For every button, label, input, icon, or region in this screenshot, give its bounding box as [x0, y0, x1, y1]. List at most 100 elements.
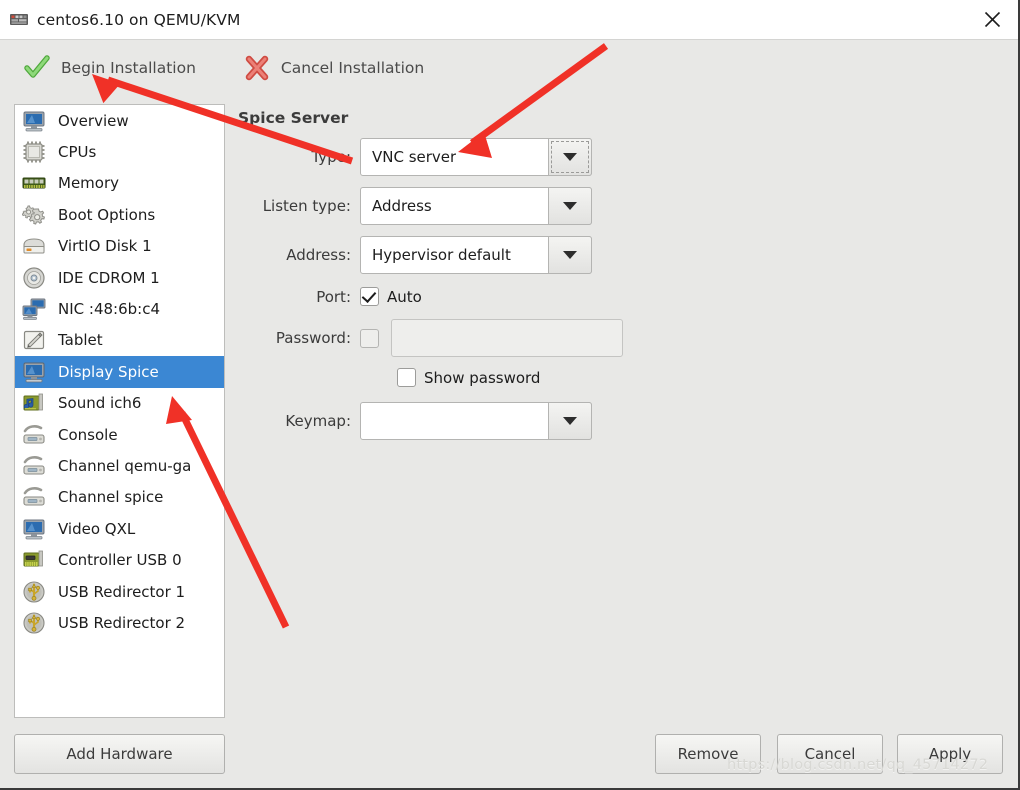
- sidebar-item-label: Channel qemu-ga: [58, 456, 192, 475]
- sidebar-item-usb-redirector-1[interactable]: USB Redirector 1: [15, 576, 224, 607]
- spice-server-panel: Spice Server Type: VNC server Listen typ…: [238, 104, 1008, 718]
- chevron-down-icon[interactable]: [548, 138, 592, 176]
- monitor-icon: [21, 108, 47, 134]
- sidebar-item-label: CPUs: [58, 143, 97, 162]
- cancel-button[interactable]: Cancel: [777, 734, 883, 774]
- sidebar-item-memory[interactable]: Memory: [15, 168, 224, 199]
- window-title: centos6.10 on QEMU/KVM: [37, 10, 241, 29]
- bottom-bar: Add Hardware Remove Cancel Apply: [0, 726, 1018, 788]
- sidebar-item-label: Boot Options: [58, 205, 156, 224]
- sidebar-item-boot-options[interactable]: Boot Options: [15, 199, 224, 230]
- type-label: Type:: [311, 148, 351, 166]
- cdrom-icon: [21, 265, 47, 291]
- tablet-pen-icon: [21, 327, 47, 353]
- sidebar-item-label: Channel spice: [58, 488, 164, 507]
- sidebar-item-label: Sound ich6: [58, 394, 142, 413]
- type-value: VNC server: [372, 148, 457, 166]
- harddisk-icon: [21, 233, 47, 259]
- sidebar-item-label: Console: [58, 425, 118, 444]
- add-hardware-button[interactable]: Add Hardware: [14, 734, 225, 774]
- show-password-checkbox[interactable]: [397, 368, 416, 387]
- address-value: Hypervisor default: [372, 246, 511, 264]
- password-label: Password:: [275, 329, 351, 347]
- type-row: Type: VNC server: [238, 138, 1008, 176]
- sidebar-item-label: Controller USB 0: [58, 551, 182, 570]
- sidebar-item-overview[interactable]: Overview: [15, 105, 224, 136]
- sidebar-item-label: Display Spice: [58, 362, 159, 381]
- sidebar-item-console[interactable]: Console: [15, 419, 224, 450]
- console-icon: [21, 484, 47, 510]
- sidebar-item-label: Tablet: [58, 331, 103, 350]
- sidebar-item-tablet[interactable]: Tablet: [15, 325, 224, 356]
- sidebar-item-channel-spice[interactable]: Channel spice: [15, 482, 224, 513]
- listen-type-value: Address: [372, 197, 432, 215]
- sidebar-item-label: IDE CDROM 1: [58, 268, 160, 287]
- sidebar-item-cpus[interactable]: CPUs: [15, 136, 224, 167]
- password-enable-checkbox[interactable]: [360, 328, 379, 348]
- apply-button[interactable]: Apply: [897, 734, 1003, 774]
- type-select[interactable]: VNC server: [360, 138, 592, 176]
- controller-card-icon: [21, 547, 47, 573]
- sidebar-item-controller-usb-0[interactable]: Controller USB 0: [15, 544, 224, 575]
- gears-icon: [21, 202, 47, 228]
- begin-installation-label: Begin Installation: [61, 58, 196, 77]
- sidebar-item-sound-ich6[interactable]: Sound ich6: [15, 388, 224, 419]
- hardware-list[interactable]: Overview CPUs Memory Boot Options VirtIO…: [14, 104, 225, 718]
- listen-type-select[interactable]: Address: [360, 187, 592, 225]
- sidebar-item-virtio-disk-1[interactable]: VirtIO Disk 1: [15, 231, 224, 262]
- port-row: Port: Auto: [238, 287, 1008, 306]
- address-row: Address: Hypervisor default: [238, 236, 1008, 274]
- sound-card-icon: [21, 390, 47, 416]
- password-row: Password:: [238, 319, 1008, 357]
- monitor-icon: [21, 359, 47, 385]
- cancel-installation-button[interactable]: Cancel Installation: [234, 48, 430, 88]
- title-bar: centos6.10 on QEMU/KVM: [0, 0, 1018, 40]
- port-auto-checkbox[interactable]: [360, 287, 379, 306]
- sidebar-item-display-spice[interactable]: Display Spice: [15, 356, 224, 388]
- cancel-installation-label: Cancel Installation: [280, 58, 425, 77]
- show-password-row: Show password: [238, 368, 1008, 387]
- address-select[interactable]: Hypervisor default: [360, 236, 592, 274]
- sidebar-item-label: NIC :48:6b:c4: [58, 300, 160, 319]
- begin-installation-button[interactable]: Begin Installation: [14, 48, 202, 88]
- virt-manager-window: centos6.10 on QEMU/KVM Begin Installatio…: [0, 0, 1020, 790]
- console-icon: [21, 422, 47, 448]
- keymap-select[interactable]: [360, 402, 592, 440]
- sidebar-item-label: Memory: [58, 174, 120, 193]
- network-icon: [21, 296, 47, 322]
- port-label: Port:: [316, 287, 351, 306]
- cpu-chip-icon: [21, 139, 47, 165]
- address-label: Address:: [286, 246, 351, 264]
- password-input[interactable]: [391, 319, 623, 357]
- sidebar-item-label: USB Redirector 2: [58, 613, 186, 632]
- sidebar-item-label: USB Redirector 1: [58, 582, 186, 601]
- sidebar-item-channel-qemu-ga[interactable]: Channel qemu-ga: [15, 450, 224, 481]
- port-auto-label: Auto: [387, 287, 422, 306]
- green-check-icon: [20, 52, 54, 84]
- chevron-down-icon[interactable]: [548, 236, 592, 274]
- ram-stick-icon: [21, 170, 47, 196]
- chevron-down-icon[interactable]: [548, 402, 592, 440]
- sidebar-item-label: Overview: [58, 111, 129, 130]
- chevron-down-icon[interactable]: [548, 187, 592, 225]
- listen-type-row: Listen type: Address: [238, 187, 1008, 225]
- usb-icon: [21, 610, 47, 636]
- keymap-row: Keymap:: [238, 402, 1008, 440]
- sidebar-item-label: Video QXL: [58, 519, 136, 538]
- section-title: Spice Server: [238, 109, 349, 127]
- remove-button[interactable]: Remove: [655, 734, 761, 774]
- toolbar: Begin Installation Cancel Installation: [0, 40, 1018, 95]
- sidebar-item-ide-cdrom-1[interactable]: IDE CDROM 1: [15, 262, 224, 293]
- close-icon[interactable]: [964, 0, 1018, 39]
- sidebar-item-nic[interactable]: NIC :48:6b:c4: [15, 293, 224, 324]
- monitor-icon: [21, 516, 47, 542]
- sidebar-item-usb-redirector-2[interactable]: USB Redirector 2: [15, 607, 224, 638]
- vm-icon: [10, 12, 28, 27]
- keymap-label: Keymap:: [285, 412, 351, 430]
- usb-icon: [21, 579, 47, 605]
- sidebar-item-video-qxl[interactable]: Video QXL: [15, 513, 224, 544]
- console-icon: [21, 453, 47, 479]
- show-password-label: Show password: [424, 368, 541, 387]
- listen-type-label: Listen type:: [262, 197, 351, 215]
- sidebar-item-label: VirtIO Disk 1: [58, 237, 152, 256]
